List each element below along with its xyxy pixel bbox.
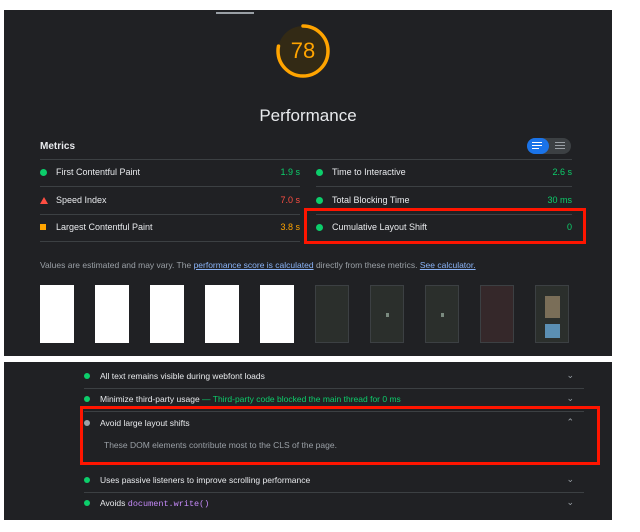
audit-text: Avoids document.write() [100,498,209,509]
fail-triangle-icon [40,197,48,204]
list-icon [532,142,542,150]
filmstrip-frame [260,285,294,343]
page-image [545,324,560,338]
metric-label: Total Blocking Time [332,195,410,205]
audit-webfont-text-visible[interactable]: All text remains visible during webfont … [84,368,584,386]
metric-label: Largest Contentful Paint [56,222,153,232]
pass-circle-icon [84,500,90,506]
average-square-icon [40,224,46,230]
category-title: Performance [259,106,357,125]
audit-label: All text remains visible during webfont … [100,371,265,381]
note-text: Values are estimated and may vary. The [40,260,194,270]
metrics-view-toggle[interactable] [527,138,571,154]
metric-value: 1.9 s [280,167,300,177]
filmstrip-frame [370,285,404,343]
metric-divider [40,214,300,215]
chevron-down-icon[interactable]: ⌄ [566,393,574,404]
scroll-indicator [216,12,254,14]
metric-divider [40,241,300,242]
pass-circle-icon [84,396,90,402]
layout-shift-highlight-box [80,406,600,465]
metric-value: 3.8 s [280,222,300,232]
metric-divider [316,186,572,187]
filmstrip-frame [150,285,184,343]
metric-value: 30 ms [547,195,572,205]
metric-label: Time to Interactive [332,167,406,177]
audit-label: Uses passive listeners to improve scroll… [100,475,311,485]
see-calculator-link[interactable]: See calculator. [420,260,476,270]
filmstrip-frame [95,285,129,343]
audit-divider [84,388,584,389]
audit-display-value: — Third-party code blocked the main thre… [199,394,401,404]
filmstrip-frame [205,285,239,343]
loading-indicator [386,313,389,317]
filmstrip-frame [40,285,74,343]
score-value: 78 [290,38,316,63]
metric-divider [40,186,300,187]
cls-highlight-box [304,208,586,244]
filmstrip-frame [315,285,349,343]
filmstrip-frame [480,285,514,343]
performance-panel: 78 Performance Metrics First Contentful … [4,10,612,356]
metric-label: First Contentful Paint [56,167,141,177]
loading-indicator [441,313,444,317]
metric-speed-index: Speed Index 7.0 s [40,191,300,211]
metric-largest-contentful-paint: Largest Contentful Paint 3.8 s [40,218,300,238]
expanded-view-option[interactable] [527,138,549,154]
score-calculated-link[interactable]: performance score is calculated [194,260,314,270]
metric-first-contentful-paint: First Contentful Paint 1.9 s [40,163,300,183]
chevron-down-icon[interactable]: ⌄ [566,497,574,508]
metrics-heading: Metrics [40,141,76,152]
audit-text: Minimize third-party usage — Third-party… [100,394,401,404]
pass-circle-icon [84,477,90,483]
chevron-down-icon[interactable]: ⌄ [566,474,574,485]
audit-divider [84,492,584,493]
metric-time-to-interactive: Time to Interactive 2.6 s [316,163,572,183]
pass-circle-icon [316,169,323,176]
page-image [545,296,560,318]
compact-list-icon[interactable] [555,142,565,150]
audit-label: Minimize third-party usage [100,394,200,404]
metric-value: 2.6 s [552,167,572,177]
audit-label: Avoids [100,498,128,508]
audit-avoids-document-write[interactable]: Avoids document.write() ⌄ [84,495,584,513]
metric-label: Speed Index [56,195,107,205]
pass-circle-icon [84,373,90,379]
metric-value: 7.0 s [280,195,300,205]
audit-passive-listeners[interactable]: Uses passive listeners to improve scroll… [84,472,584,490]
audit-code: document.write() [127,499,210,509]
metrics-divider [40,159,572,160]
pass-circle-icon [40,169,47,176]
note-text: directly from these metrics. [313,260,420,270]
filmstrip-frame [425,285,459,343]
filmstrip-frame [535,285,569,343]
chevron-down-icon[interactable]: ⌄ [566,370,574,381]
metrics-note: Values are estimated and may vary. The p… [40,260,476,270]
pass-circle-icon [316,197,323,204]
